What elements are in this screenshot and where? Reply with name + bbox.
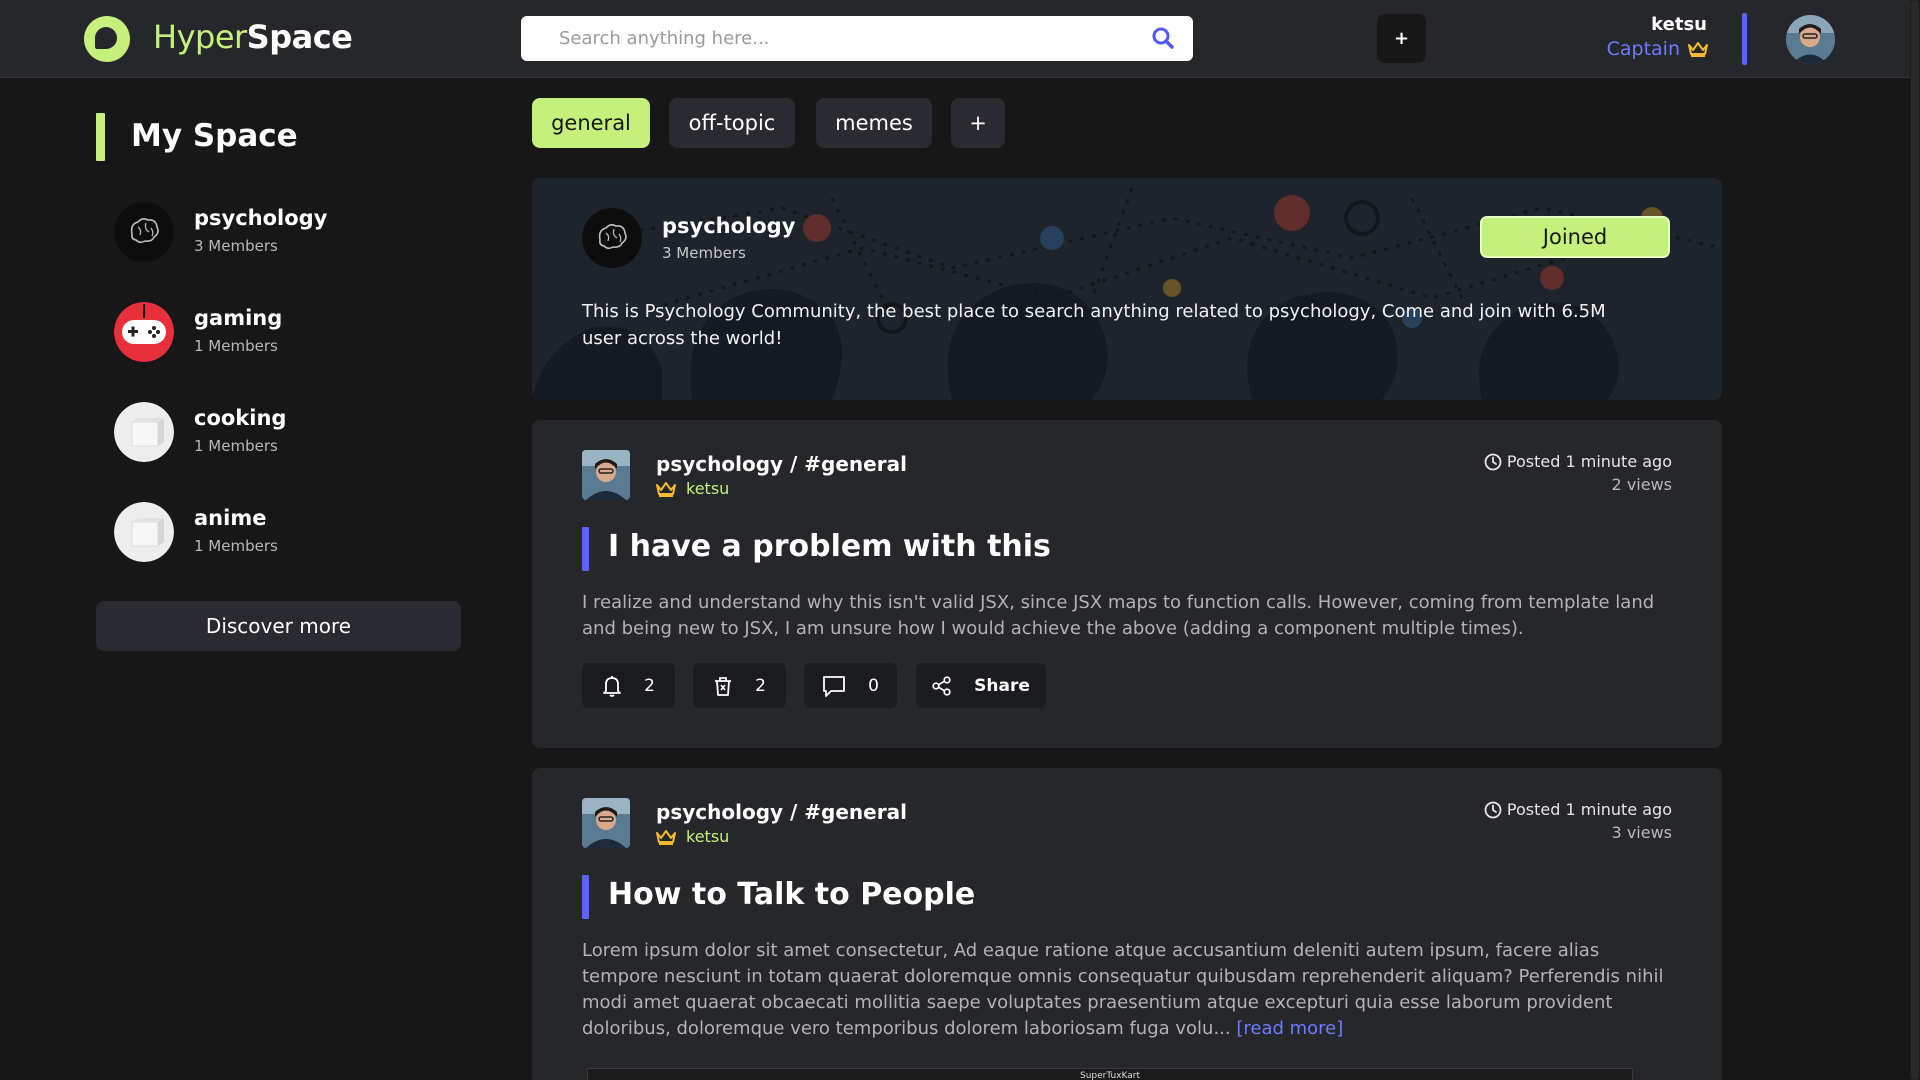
post-author-name: ketsu (686, 827, 730, 846)
notify-count: 2 (644, 675, 655, 696)
sidebar-item-members: 3 Members (194, 237, 278, 255)
comment-icon (823, 675, 845, 697)
delete-count: 2 (755, 675, 766, 696)
discover-more-button[interactable]: Discover more (96, 601, 461, 651)
sidebar-item-name: cooking (194, 406, 287, 430)
read-more-link[interactable]: [read more] (1236, 1018, 1343, 1039)
author-avatar[interactable] (582, 450, 630, 500)
tab-general[interactable]: general (532, 98, 650, 148)
comments-count: 0 (868, 675, 879, 696)
author-avatar[interactable] (582, 798, 630, 848)
sidebar-item-anime[interactable]: anime 1 Members (114, 502, 454, 564)
notify-button[interactable]: 2 (582, 663, 675, 708)
banner-overlay (532, 178, 1722, 400)
crown-icon (656, 829, 676, 845)
post-author[interactable]: ketsu (656, 827, 729, 846)
post-views: 3 views (1611, 823, 1672, 842)
post-card[interactable]: psychology / #general ketsu Posted 1 min… (532, 420, 1722, 748)
search-box (521, 16, 1193, 61)
joined-button[interactable]: Joined (1480, 216, 1670, 258)
post-views: 2 views (1611, 475, 1672, 494)
share-label: Share (974, 675, 1030, 696)
brain-icon (582, 208, 642, 268)
brain-icon (114, 202, 174, 262)
clock-icon (1484, 801, 1502, 819)
user-avatar[interactable] (1786, 15, 1835, 64)
sidebar-item-name: psychology (194, 206, 328, 230)
post-body-text: Lorem ipsum dolor sit amet consectetur, … (582, 940, 1664, 1039)
sidebar-item-name: gaming (194, 306, 283, 330)
scrollbar[interactable] (1910, 0, 1920, 1080)
crown-icon (1688, 42, 1708, 57)
sidebar-title: My Space (131, 118, 298, 154)
sidebar-item-gaming[interactable]: gaming 1 Members (114, 302, 454, 364)
brand-part-2: Space (246, 18, 353, 56)
scrollbar-thumb[interactable] (1911, 0, 1919, 1080)
post-author[interactable]: ketsu (656, 479, 729, 498)
hyperspace-logo-icon[interactable] (84, 16, 130, 62)
post-timestamp: Posted 1 minute ago (1506, 452, 1672, 471)
post-title-accent (582, 527, 589, 571)
divider (1742, 13, 1747, 65)
trash-icon (715, 676, 732, 696)
community-description: This is Psychology Community, the best p… (582, 301, 1606, 349)
post-attached-image[interactable]: SuperTuxKart (587, 1068, 1633, 1080)
search-input[interactable] (559, 16, 1139, 61)
post-title-accent (582, 875, 589, 919)
tab-memes[interactable]: memes (816, 98, 932, 148)
sidebar-item-members: 1 Members (194, 337, 278, 355)
share-icon (932, 675, 951, 696)
comments-button[interactable]: 0 (804, 663, 897, 708)
post-title[interactable]: I have a problem with this (608, 529, 1051, 564)
gamepad-icon (114, 302, 174, 362)
placeholder-image-icon (114, 502, 174, 562)
add-tab-button[interactable]: + (951, 98, 1005, 148)
community-name: psychology (662, 214, 796, 238)
sidebar-item-psychology[interactable]: psychology 3 Members (114, 202, 454, 264)
post-community-path[interactable]: psychology / #general (656, 452, 907, 476)
brand-part-1: Hyper (153, 18, 247, 56)
user-name: ketsu (1651, 14, 1707, 35)
post-body: I realize and understand why this isn't … (582, 592, 1655, 639)
search-icon[interactable] (1151, 26, 1175, 50)
post-image-caption: SuperTuxKart (1079, 1071, 1141, 1080)
brand-name[interactable]: HyperSpace (153, 18, 353, 56)
create-button[interactable]: + (1377, 14, 1426, 63)
post-timestamp: Posted 1 minute ago (1506, 800, 1672, 819)
sidebar-item-members: 1 Members (194, 437, 278, 455)
community-members: 3 Members (662, 244, 746, 262)
post-card[interactable]: psychology / #general ketsu Posted 1 min… (532, 768, 1722, 1080)
crown-icon (656, 481, 676, 497)
post-body: Lorem ipsum dolor sit amet consectetur, … (582, 938, 1672, 1042)
post-community-path[interactable]: psychology / #general (656, 800, 907, 824)
community-banner: psychology 3 Members Joined This is Psyc… (532, 178, 1722, 400)
post-title[interactable]: How to Talk to People (608, 877, 975, 912)
delete-button[interactable]: 2 (693, 663, 786, 708)
bell-icon (603, 675, 621, 697)
top-bar: HyperSpace + ketsu Captain (0, 0, 1920, 78)
post-author-name: ketsu (686, 479, 730, 498)
share-button[interactable]: Share (916, 663, 1046, 708)
sidebar-item-name: anime (194, 506, 267, 530)
sidebar-item-cooking[interactable]: cooking 1 Members (114, 402, 454, 464)
placeholder-image-icon (114, 402, 174, 462)
tab-off-topic[interactable]: off-topic (669, 98, 795, 148)
clock-icon (1484, 453, 1502, 471)
user-role: Captain (1607, 38, 1708, 60)
sidebar-item-members: 1 Members (194, 537, 278, 555)
sidebar-title-accent (96, 113, 105, 161)
user-role-label: Captain (1606, 38, 1680, 60)
